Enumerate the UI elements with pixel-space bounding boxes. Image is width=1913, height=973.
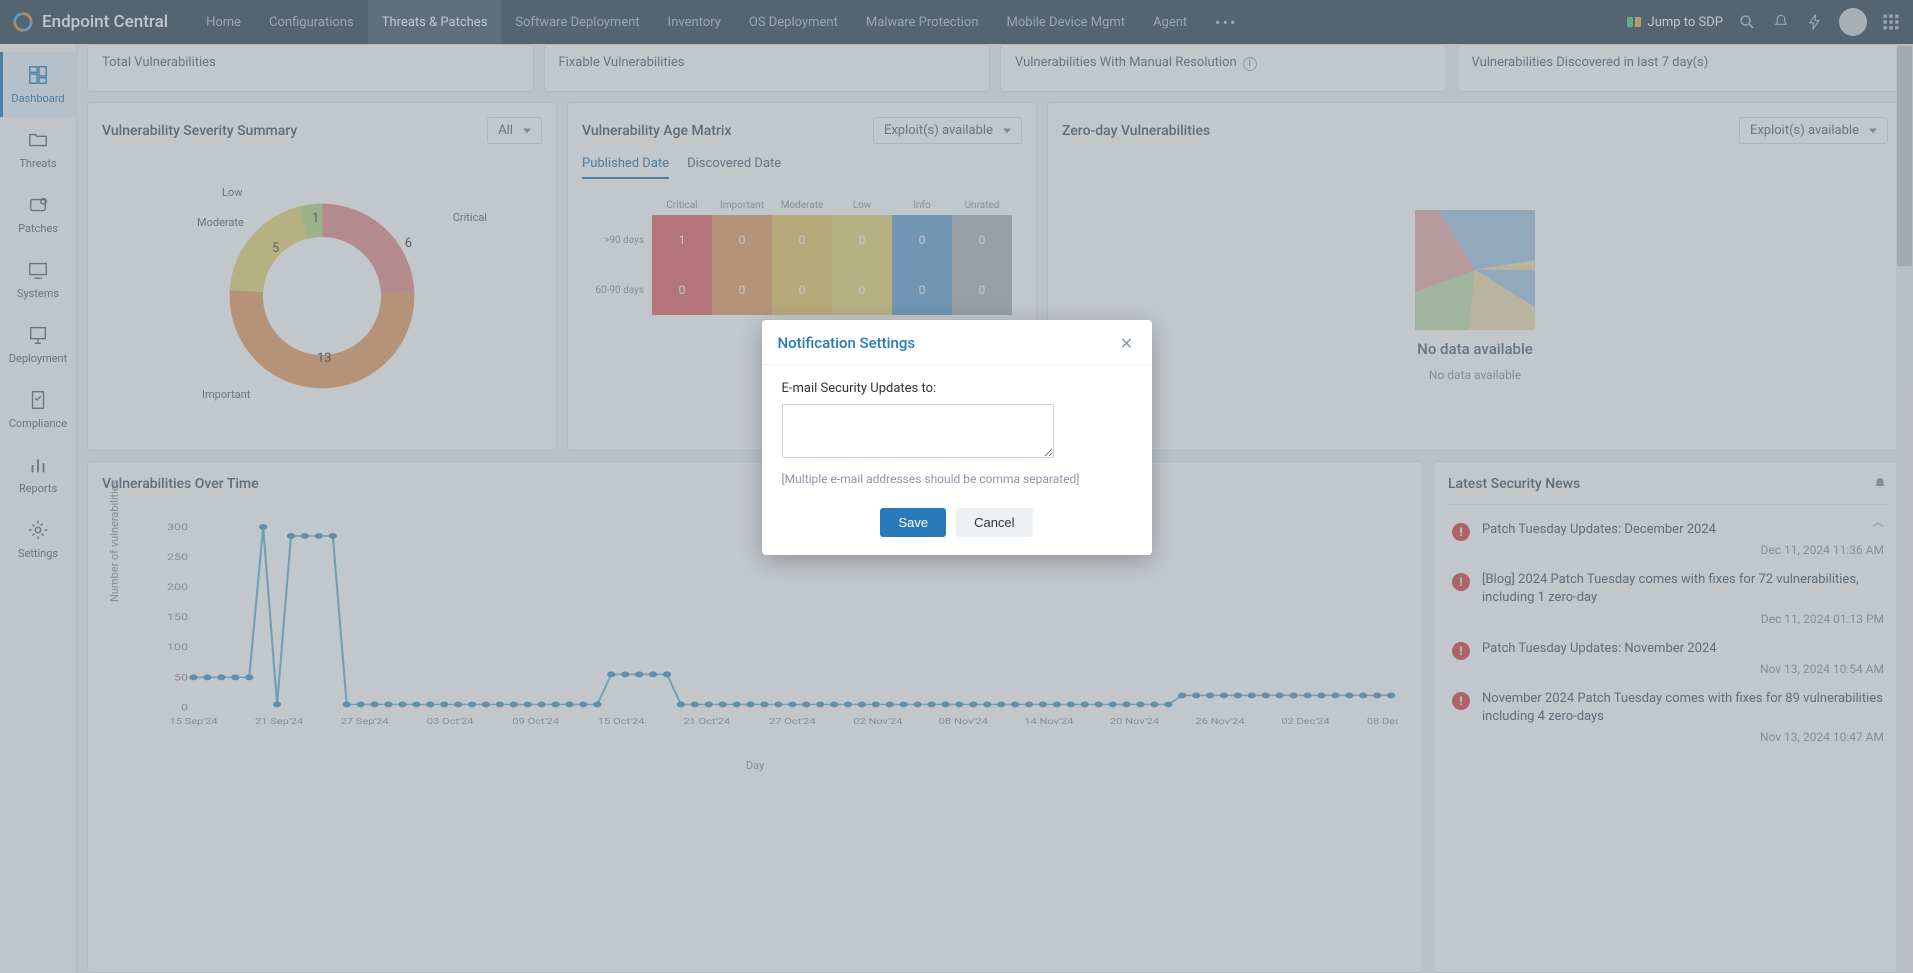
close-icon[interactable]: ✕	[1118, 334, 1136, 352]
cancel-button[interactable]: Cancel	[956, 508, 1032, 537]
save-button[interactable]: Save	[880, 508, 946, 537]
email-textarea[interactable]	[782, 404, 1054, 458]
email-hint: [Multiple e-mail addresses should be com…	[782, 472, 1132, 486]
modal-title: Notification Settings	[778, 334, 916, 352]
notification-settings-modal: Notification Settings ✕ E-mail Security …	[762, 320, 1152, 555]
email-label: E-mail Security Updates to:	[782, 381, 1132, 396]
